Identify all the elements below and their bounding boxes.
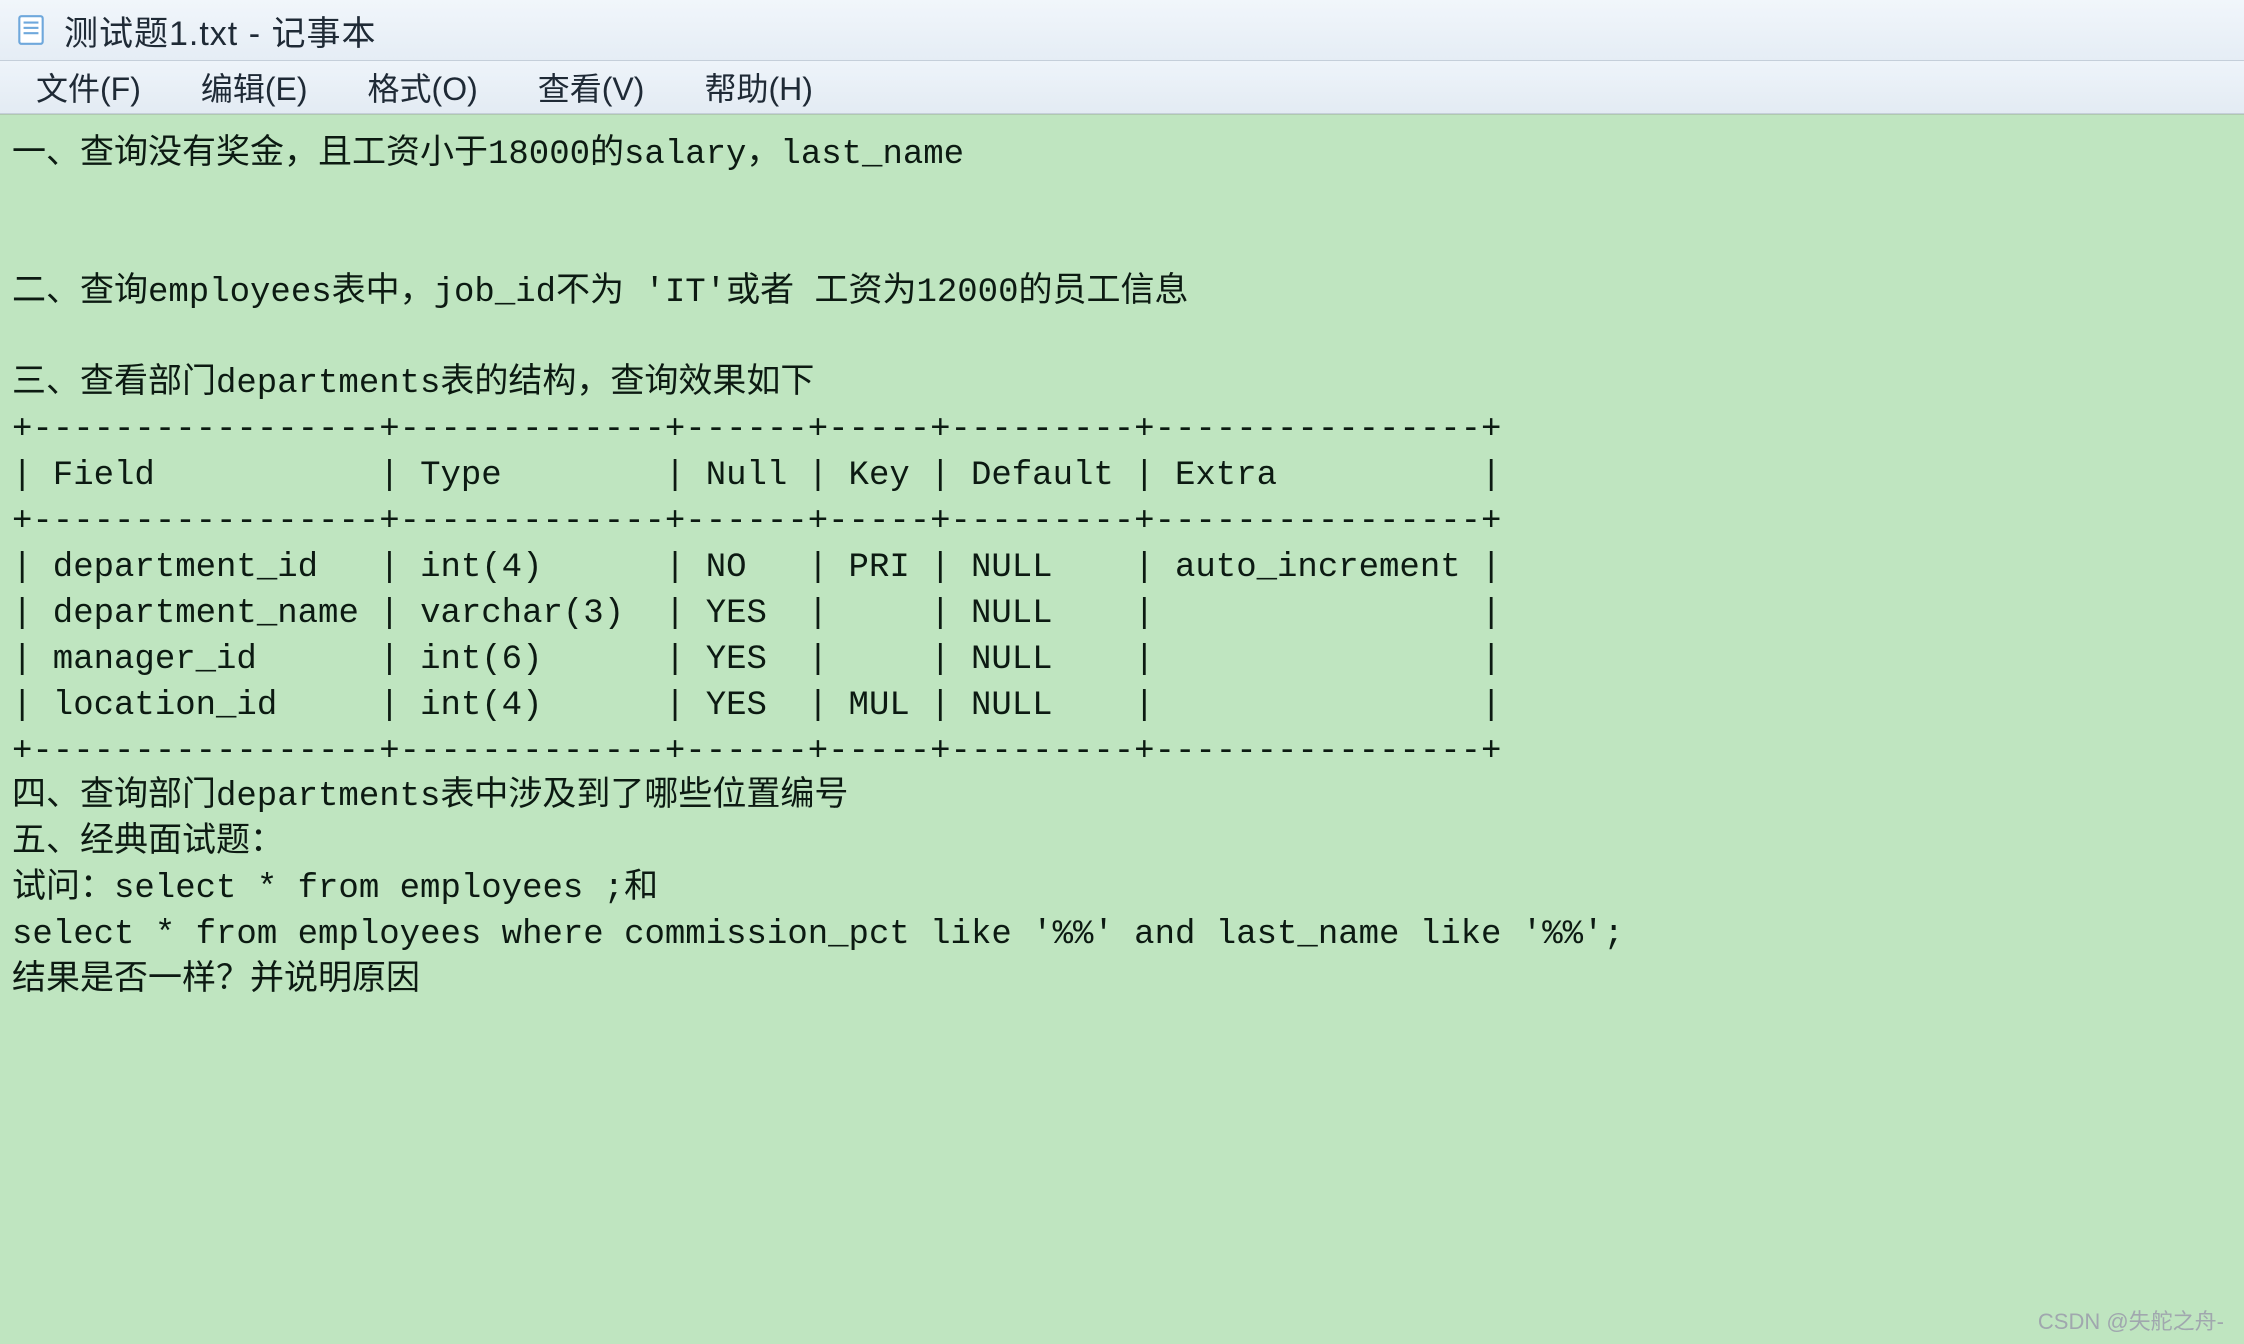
line-q4: 四、查询部门departments表中涉及到了哪些位置编号 bbox=[12, 778, 848, 816]
line-q2: 二、查询employees表中，job_id不为 'IT'或者 工资为12000… bbox=[12, 274, 1189, 312]
notepad-window: 测试题1.txt - 记事本 文件(F) 编辑(E) 格式(O) 查看(V) 帮… bbox=[0, 0, 2244, 1344]
line-q5b: select * from employees where commission… bbox=[12, 916, 1624, 954]
line-tbl-row4: | location_id | int(4) | YES | MUL | NUL… bbox=[12, 687, 1501, 725]
window-title: 测试题1.txt - 记事本 bbox=[64, 6, 376, 55]
menu-edit[interactable]: 编辑(E) bbox=[193, 60, 316, 114]
line-q3: 三、查看部门departments表的结构，查询效果如下 bbox=[12, 365, 814, 403]
menu-view[interactable]: 查看(V) bbox=[530, 60, 653, 114]
menu-file[interactable]: 文件(F) bbox=[28, 60, 149, 114]
menu-format[interactable]: 格式(O) bbox=[360, 60, 486, 114]
menu-help[interactable]: 帮助(H) bbox=[696, 60, 820, 114]
line-q5a: 试问：select * from employees ;和 bbox=[12, 870, 658, 908]
watermark: CSDN @失舵之舟- bbox=[2038, 1304, 2224, 1336]
line-tbl-top: +-----------------+-------------+------+… bbox=[12, 411, 1501, 449]
line-q5c: 结果是否一样？并说明原因 bbox=[12, 962, 420, 1000]
notepad-icon bbox=[14, 13, 48, 47]
menubar: 文件(F) 编辑(E) 格式(O) 查看(V) 帮助(H) bbox=[0, 61, 2244, 114]
titlebar[interactable]: 测试题1.txt - 记事本 bbox=[0, 0, 2244, 61]
line-tbl-row1: | department_id | int(4) | NO | PRI | NU… bbox=[12, 549, 1501, 587]
line-tbl-row3: | manager_id | int(6) | YES | | NULL | | bbox=[12, 641, 1501, 679]
line-q5: 五、经典面试题： bbox=[12, 824, 284, 862]
line-tbl-bot: +-----------------+-------------+------+… bbox=[12, 733, 1501, 771]
line-tbl-row2: | department_name | varchar(3) | YES | |… bbox=[12, 595, 1501, 633]
line-tbl-header: | Field | Type | Null | Key | Default | … bbox=[12, 457, 1501, 495]
text-editor-area[interactable]: 一、查询没有奖金，且工资小于18000的salary，last_name 二、查… bbox=[0, 114, 2244, 1344]
line-tbl-mid: +-----------------+-------------+------+… bbox=[12, 503, 1501, 541]
line-q1: 一、查询没有奖金，且工资小于18000的salary，last_name bbox=[12, 136, 964, 174]
